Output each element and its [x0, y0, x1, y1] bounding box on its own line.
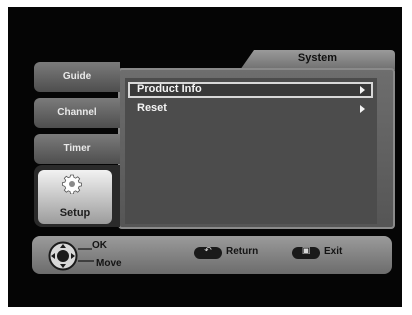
menu-item-product-info[interactable]: Product Info	[128, 82, 373, 98]
panel-title: System	[297, 52, 338, 64]
menu-item-label: Product Info	[137, 83, 202, 95]
navigation-pad-icon	[48, 241, 78, 271]
return-arrow-icon: ↶	[204, 246, 212, 256]
hint-connector-icon	[78, 248, 94, 262]
exit-symbol-icon: ▣	[301, 246, 311, 256]
exit-key-icon: ▣	[292, 246, 320, 259]
tab-channel[interactable]: Channel	[34, 98, 120, 128]
arrow-right-icon	[360, 105, 365, 113]
exit-hint: Exit	[324, 246, 343, 257]
tab-setup-label: Setup	[59, 207, 91, 219]
gear-icon	[62, 174, 82, 194]
panel-title-tab: System	[240, 50, 395, 70]
move-hint: Move	[96, 258, 122, 269]
arrow-right-icon	[360, 86, 365, 94]
return-hint: Return	[226, 246, 259, 257]
tab-timer[interactable]: Timer	[34, 134, 120, 164]
menu-list	[125, 78, 377, 224]
return-key-icon: ↶	[194, 246, 222, 259]
menu-item-label: Reset	[137, 102, 167, 114]
menu-item-reset[interactable]: Reset	[128, 101, 373, 117]
tab-guide[interactable]: Guide	[34, 62, 120, 92]
